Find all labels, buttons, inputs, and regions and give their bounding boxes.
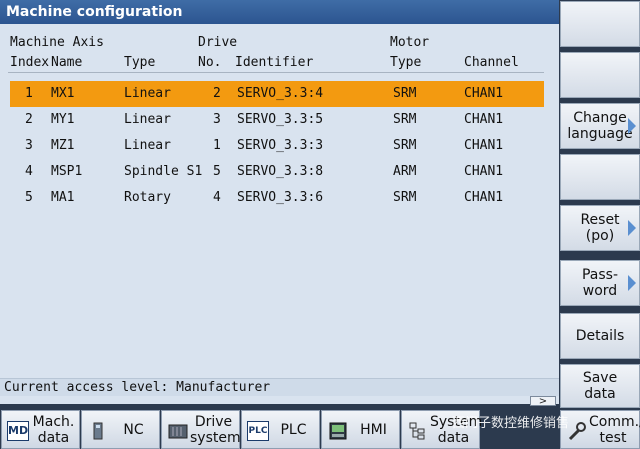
cell-type: Linear: [124, 138, 171, 153]
table-row[interactable]: 1 MX1 Linear 2 SERVO_3.3:4 SRM CHAN1: [10, 81, 544, 107]
cell-index: 2: [25, 112, 33, 127]
cell-type: Rotary: [124, 190, 171, 205]
header-drive: Drive: [198, 35, 238, 50]
column-header-index: Index: [10, 55, 50, 70]
access-level-status: Current access level: Manufacturer: [0, 378, 559, 396]
cell-motor-type: SRM: [393, 190, 417, 205]
window-title: Machine configuration: [0, 0, 559, 24]
cell-channel: CHAN1: [464, 164, 504, 179]
tree-structure-icon: [407, 421, 429, 441]
system-data-button[interactable]: System data: [401, 410, 483, 449]
table-row[interactable]: 4 MSP1 Spindle S1 5 SERVO_3.3:8 ARM CHAN…: [10, 159, 544, 185]
softkey-label: HMI: [360, 421, 387, 438]
vertical-softkey-4[interactable]: [560, 154, 640, 200]
submenu-arrow-icon: [628, 220, 636, 236]
softkey-label: Drive: [194, 413, 233, 430]
submenu-arrow-icon: [628, 275, 636, 291]
column-header-channel: Channel: [464, 55, 519, 70]
softkey-label: Details: [575, 328, 625, 344]
drive-system-icon: [167, 421, 189, 441]
cell-type: Linear: [124, 86, 171, 101]
header-machine-axis: Machine Axis: [10, 35, 104, 50]
column-header-drive-no: No.: [198, 55, 222, 70]
cell-name: MY1: [51, 112, 75, 127]
softkey-label: System: [430, 413, 483, 430]
cell-name: MSP1: [51, 164, 83, 179]
hmi-panel-icon: [327, 421, 349, 441]
machine-configuration-panel: Machine configuration Machine Axis Drive…: [0, 0, 559, 407]
details-button[interactable]: Details: [560, 313, 640, 359]
cell-index: 5: [25, 190, 33, 205]
softkey-label: data: [437, 429, 470, 446]
nc-button[interactable]: NC: [81, 410, 160, 449]
column-header-name: Name: [51, 55, 83, 70]
cell-drive-no: 1: [213, 138, 221, 153]
softkey-label: Save: [582, 370, 618, 386]
cell-channel: CHAN1: [464, 112, 504, 127]
nc-unit-icon: [87, 421, 109, 441]
softkey-label: data: [37, 429, 70, 446]
cell-identifier: SERVO_3.3:6: [237, 190, 324, 205]
softkey-label: Mach.: [32, 413, 75, 430]
cell-channel: CHAN1: [464, 86, 504, 101]
softkey-label: PLC: [280, 421, 307, 438]
cell-motor-type: ARM: [393, 164, 417, 179]
column-header-motor-type: Type: [390, 55, 422, 70]
cell-index: 1: [25, 86, 33, 101]
cell-motor-type: SRM: [393, 138, 417, 153]
cell-identifier: SERVO_3.3:5: [237, 112, 324, 127]
cell-identifier: SERVO_3.3:4: [237, 86, 324, 101]
table-row[interactable]: 2 MY1 Linear 3 SERVO_3.3:5 SRM CHAN1: [10, 107, 544, 133]
column-header-identifier: Identifier: [235, 55, 314, 70]
softkey-label: test: [599, 429, 627, 446]
vertical-softkey-1[interactable]: [560, 1, 640, 47]
password-button[interactable]: Pass- word: [560, 260, 640, 306]
vertical-softkey-2[interactable]: [560, 52, 640, 98]
cell-drive-no: 3: [213, 112, 221, 127]
cell-name: MZ1: [51, 138, 75, 153]
wrench-icon: [566, 421, 588, 441]
cell-index: 3: [25, 138, 33, 153]
softkey-label: Comm./: [589, 413, 640, 430]
softkey-label: data: [584, 386, 616, 402]
empty-softkey-slot: [481, 410, 559, 449]
softkey-label: system: [190, 429, 241, 446]
cell-drive-no: 4: [213, 190, 221, 205]
change-language-button[interactable]: Change language: [560, 103, 640, 149]
cell-name: MX1: [51, 86, 75, 101]
cell-motor-type: SRM: [393, 112, 417, 127]
cell-channel: CHAN1: [464, 138, 504, 153]
header-divider: [8, 72, 544, 73]
plc-button[interactable]: PLC PLC: [241, 410, 320, 449]
reset-po-button[interactable]: Reset (po): [560, 205, 640, 251]
cell-identifier: SERVO_3.3:8: [237, 164, 324, 179]
comm-test-button[interactable]: Comm./ test: [560, 410, 640, 449]
save-data-button[interactable]: Save data: [560, 364, 640, 408]
cell-motor-type: SRM: [393, 86, 417, 101]
cell-type: Spindle S1: [124, 164, 203, 179]
table-row[interactable]: 5 MA1 Rotary 4 SERVO_3.3:6 SRM CHAN1: [10, 185, 544, 211]
cell-drive-no: 5: [213, 164, 221, 179]
header-motor: Motor: [390, 35, 430, 50]
table-row[interactable]: 3 MZ1 Linear 1 SERVO_3.3:3 SRM CHAN1: [10, 133, 544, 159]
softkey-label: NC: [123, 421, 144, 438]
cell-identifier: SERVO_3.3:3: [237, 138, 324, 153]
cell-type: Linear: [124, 112, 171, 127]
drive-system-button[interactable]: Drive system: [161, 410, 241, 449]
scroll-right-button[interactable]: >: [530, 396, 556, 407]
submenu-arrow-icon: [628, 118, 636, 134]
mach-data-button[interactable]: MD Mach. data: [1, 410, 80, 449]
machine-data-icon: MD: [7, 421, 29, 441]
cell-drive-no: 2: [213, 86, 221, 101]
cell-index: 4: [25, 164, 33, 179]
plc-icon: PLC: [247, 421, 269, 441]
cell-channel: CHAN1: [464, 190, 504, 205]
cell-name: MA1: [51, 190, 75, 205]
column-header-type: Type: [124, 55, 156, 70]
hmi-button[interactable]: HMI: [321, 410, 400, 449]
